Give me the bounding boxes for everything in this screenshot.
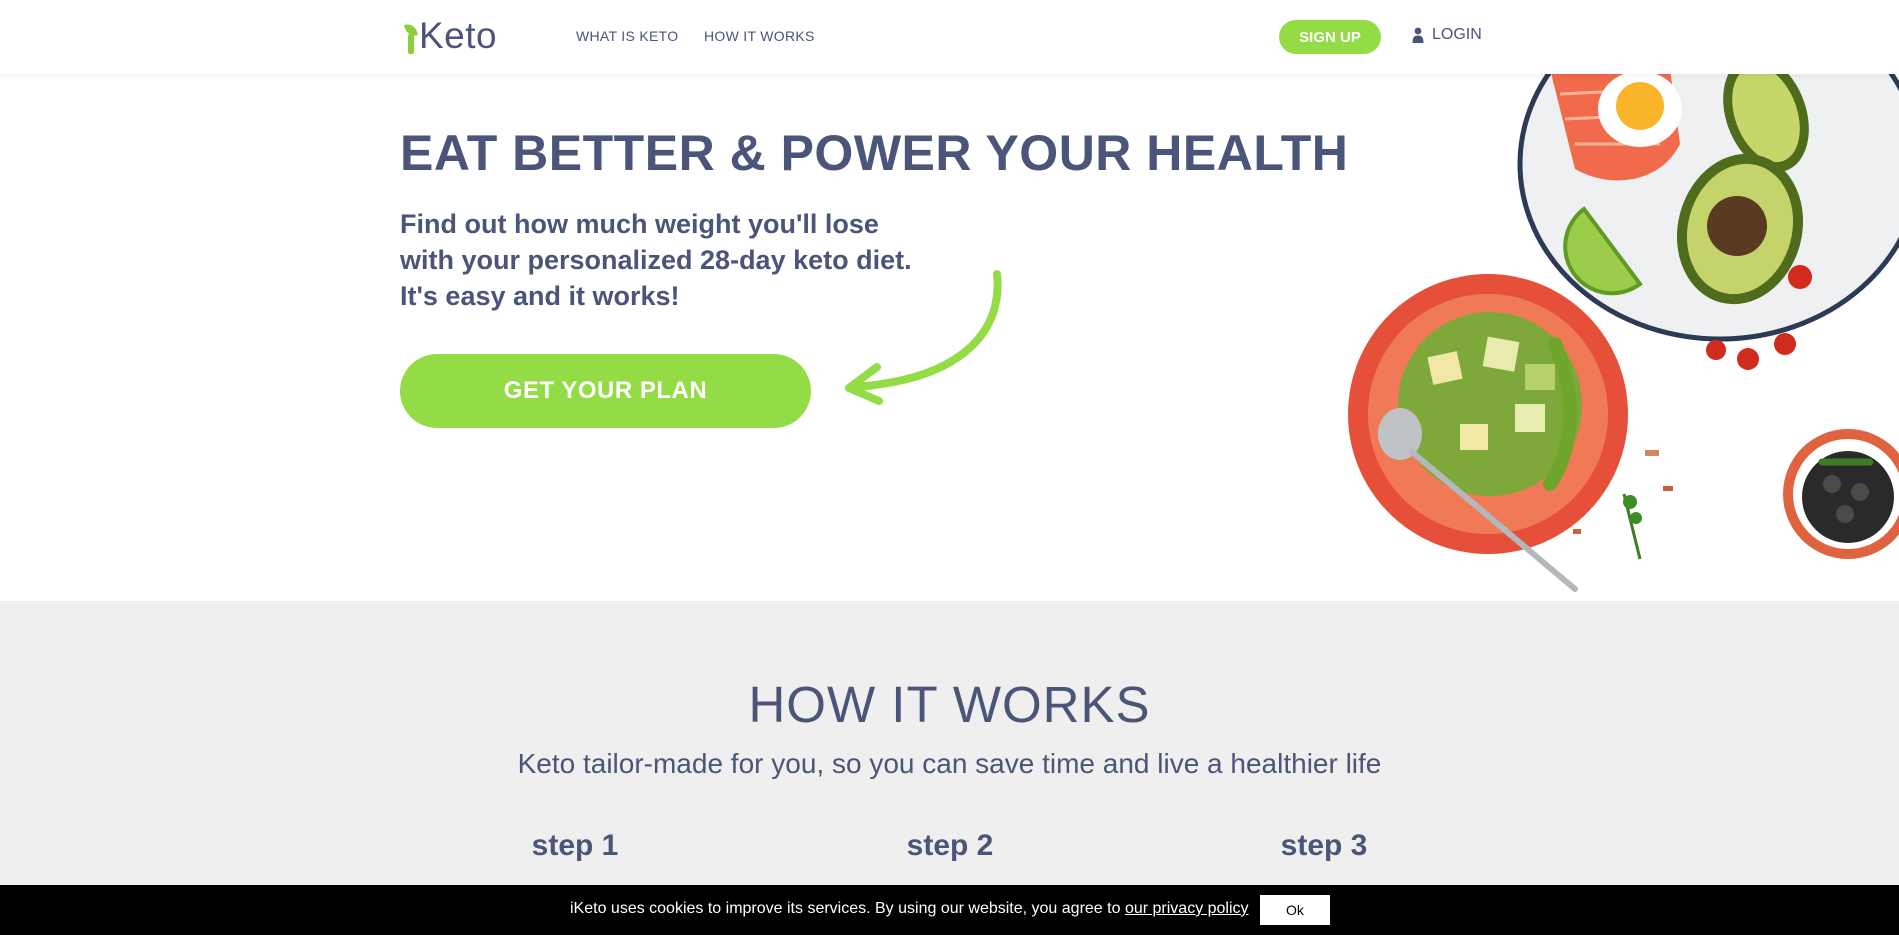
user-icon — [1412, 27, 1424, 43]
nav-how-it-works[interactable]: HOW IT WORKS — [704, 28, 815, 44]
sign-up-button[interactable]: SIGN UP — [1279, 20, 1381, 54]
get-your-plan-button[interactable]: GET YOUR PLAN — [400, 354, 811, 428]
step-3-heading: step 3 — [1280, 829, 1368, 862]
cookie-text: iKeto uses cookies to improve its servic… — [570, 900, 1125, 917]
hero-section: EAT BETTER & POWER YOUR HEALTH Find out … — [0, 74, 1899, 601]
cookie-message: iKeto uses cookies to improve its servic… — [570, 900, 1249, 918]
logo-text: Keto — [419, 15, 498, 56]
nav-what-is-keto[interactable]: WHAT IS KETO — [576, 28, 678, 44]
site-header: Keto WHAT IS KETO HOW IT WORKS SIGN UP L… — [0, 0, 1899, 74]
iketo-logo[interactable]: Keto — [403, 10, 498, 60]
hero-title: EAT BETTER & POWER YOUR HEALTH — [400, 125, 1349, 181]
privacy-policy-link[interactable]: our privacy policy — [1125, 900, 1249, 917]
step-2-heading: step 2 — [906, 829, 994, 862]
how-it-works-title: HOW IT WORKS — [748, 676, 1151, 733]
step-1-heading: step 1 — [531, 829, 619, 862]
cookie-banner: iKeto uses cookies to improve its servic… — [0, 885, 1899, 935]
cookie-ok-button[interactable]: Ok — [1260, 895, 1330, 925]
how-it-works-subtitle: Keto tailor-made for you, so you can sav… — [517, 748, 1382, 779]
curved-arrow-icon — [845, 270, 1002, 405]
leaf-logo-icon — [403, 20, 419, 60]
keto-food-image — [1348, 74, 1899, 592]
login-label: LOGIN — [1432, 26, 1482, 43]
login-link[interactable]: LOGIN — [1412, 26, 1482, 44]
